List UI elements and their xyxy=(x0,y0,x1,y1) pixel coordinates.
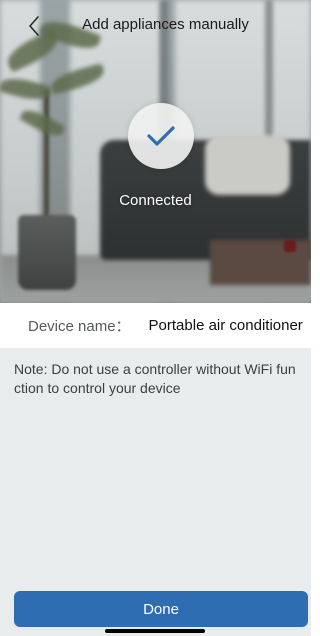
chevron-left-icon xyxy=(29,16,39,36)
cushion xyxy=(205,135,290,195)
connection-status: Connected xyxy=(119,192,192,209)
back-button[interactable] xyxy=(20,12,48,40)
plant-pot xyxy=(18,215,76,290)
done-button[interactable]: Done xyxy=(14,591,308,627)
top-bar: Add appliances manually xyxy=(0,0,311,54)
add-appliance-screen: Add appliances manually Connected Device… xyxy=(0,0,311,636)
checkmark-icon xyxy=(147,126,175,146)
cup xyxy=(284,240,296,252)
device-name-row: Device name： Portable air conditioner xyxy=(0,303,311,348)
home-indicator xyxy=(105,629,205,633)
page-title: Add appliances manually xyxy=(82,16,249,33)
success-indicator xyxy=(128,103,194,169)
device-name-value: Portable air conditioner xyxy=(148,317,303,334)
note-text: Note: Do not use a controller without Wi… xyxy=(14,361,296,396)
device-name-label: Device name： xyxy=(28,318,131,335)
